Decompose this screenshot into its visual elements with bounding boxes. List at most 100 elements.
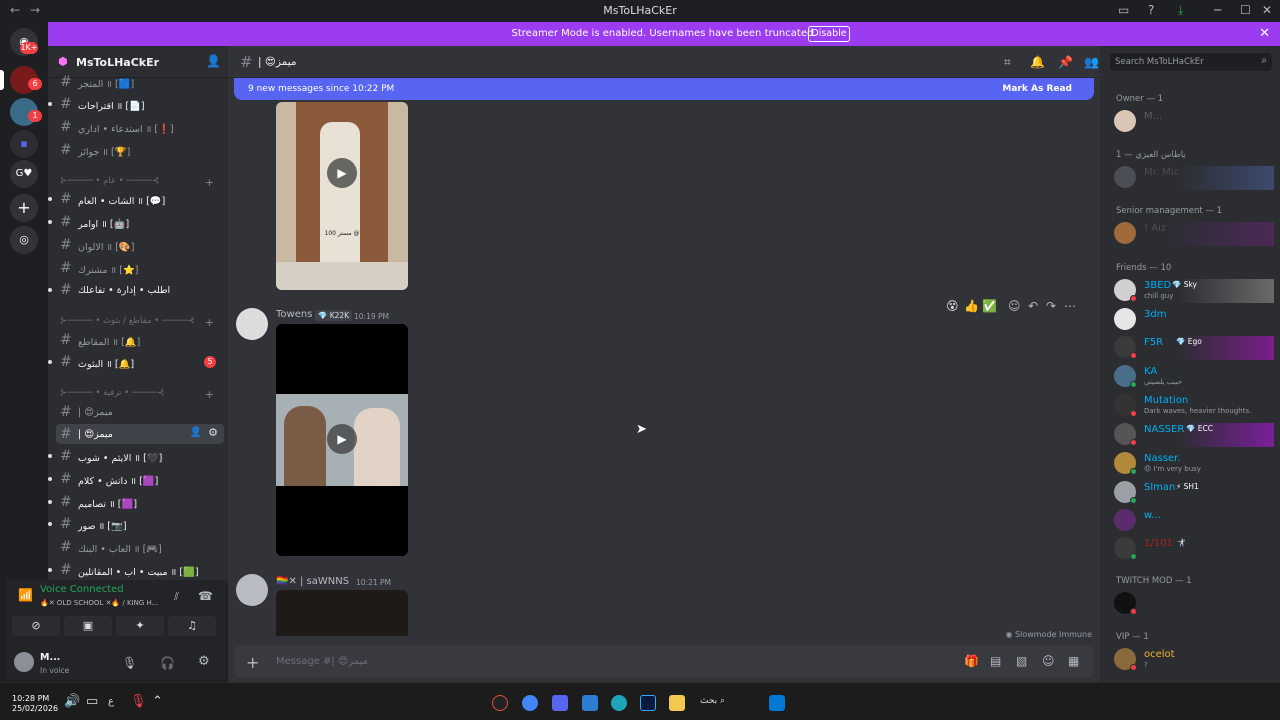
disable-button[interactable]: Disable xyxy=(808,26,850,42)
channel-item[interactable]: # اقتراحات ॥ [📄] xyxy=(48,94,224,114)
apps-icon[interactable]: ▦ xyxy=(1068,654,1079,668)
category-header[interactable]: ⊱───── • مقاطع / بثوث • ─────⊰ + xyxy=(60,316,220,330)
member-item[interactable]: NASSER 💎 ECC xyxy=(1114,423,1274,447)
channel-item[interactable]: # | 😍ميمز xyxy=(48,402,224,422)
mic-tray-icon[interactable]: 🎙 xyxy=(130,694,147,709)
reaction-emoji[interactable]: ✅ xyxy=(982,299,997,313)
voice-status[interactable]: Voice Connected xyxy=(40,584,124,595)
member-item[interactable]: 1/101 🤺 xyxy=(1114,537,1274,561)
emoji-icon[interactable]: ☺ xyxy=(1042,654,1055,668)
app-edge-icon[interactable] xyxy=(611,695,627,711)
create-invite-icon[interactable]: 👤 xyxy=(190,427,202,438)
member-item[interactable]: ocelot ? xyxy=(1114,648,1274,672)
member-item[interactable]: ! Aiz xyxy=(1114,222,1274,246)
user-avatar[interactable] xyxy=(14,652,34,672)
server-g-icon[interactable]: G♥ xyxy=(10,160,38,188)
reaction-emoji[interactable]: 😵 xyxy=(946,299,959,313)
screen-share-button[interactable]: ▣ xyxy=(64,616,112,636)
member-item[interactable] xyxy=(1114,592,1274,616)
video-attachment[interactable] xyxy=(276,590,408,636)
attach-plus-icon[interactable]: + xyxy=(246,653,259,672)
channel-item[interactable]: # مبيت • اب • المقاتلين ॥ [🟩] xyxy=(48,560,224,580)
channel-item[interactable]: # اطلب • إدارة • تفاعلك xyxy=(48,280,224,300)
app-photoshop-icon[interactable] xyxy=(640,695,656,711)
app-explorer-icon[interactable] xyxy=(582,695,598,711)
play-icon[interactable]: ▶ xyxy=(327,158,357,188)
video-attachment[interactable]: ▶ xyxy=(276,324,408,556)
windows-start-icon[interactable] xyxy=(769,695,785,711)
add-server-icon[interactable]: + xyxy=(10,194,38,222)
sticker-icon[interactable]: ▧ xyxy=(1016,654,1027,668)
microphone-icon[interactable]: 🎙 xyxy=(122,656,137,670)
member-item[interactable]: M... xyxy=(1114,110,1274,134)
help-icon[interactable]: ? xyxy=(1148,3,1154,17)
headphones-icon[interactable]: 🎧 xyxy=(160,656,175,670)
disconnect-icon[interactable]: ☎ xyxy=(198,589,213,603)
video-attachment[interactable]: ▶ مستر 100 @ xyxy=(276,102,408,290)
invite-people-icon[interactable]: 👤 xyxy=(206,54,221,68)
new-messages-bar[interactable]: 9 new messages since 10:22 PM Mark As Re… xyxy=(234,78,1094,100)
camera-off-button[interactable]: ⊘ xyxy=(12,616,60,636)
download-icon[interactable]: ⤓ xyxy=(1178,3,1183,18)
author-avatar[interactable] xyxy=(236,308,268,340)
taskbar-clock[interactable]: 10:28 PM 25/02/2026 xyxy=(12,694,58,714)
user-settings-gear-icon[interactable]: ⚙ xyxy=(198,654,210,669)
channel-item[interactable]: # تصاميم ॥ [🟪] xyxy=(48,492,224,512)
more-options-icon[interactable]: ⋯ xyxy=(1064,299,1076,313)
window-close-icon[interactable]: ✕ xyxy=(1262,3,1272,17)
folder-icon[interactable]: ▪ xyxy=(10,130,38,158)
app-discord-icon[interactable] xyxy=(552,695,568,711)
activities-button[interactable]: ✦ xyxy=(116,616,164,636)
channel-item[interactable]: # المقاطع ॥ [🔔] xyxy=(48,330,224,350)
add-reaction-icon[interactable]: ☺ xyxy=(1008,299,1021,313)
threads-icon[interactable]: ⌗ xyxy=(1004,55,1011,70)
member-item[interactable]: 3dm xyxy=(1114,308,1274,332)
member-item[interactable]: Mr. Mic xyxy=(1114,166,1274,190)
category-header[interactable]: ⊱───── • عام • ─────⊰ + xyxy=(60,176,220,190)
member-item[interactable]: Slman ⚡ SH1 xyxy=(1114,481,1274,505)
play-icon[interactable]: ▶ xyxy=(327,424,357,454)
channel-item[interactable]: # البثوث ॥ [🔔] 5 xyxy=(48,352,224,372)
app-file-explorer-icon[interactable] xyxy=(669,695,685,711)
channel-item[interactable]: # المتجر ॥ [🟦] xyxy=(48,72,224,92)
add-channel-icon[interactable]: + xyxy=(205,388,214,401)
app-obs-icon[interactable] xyxy=(492,695,508,711)
volume-icon[interactable]: 🔊 xyxy=(64,694,80,709)
app-chrome-icon[interactable] xyxy=(522,695,538,711)
author-avatar[interactable] xyxy=(236,574,268,606)
voice-channel-name[interactable]: 🔥✕ OLD SCHOOL ✕🔥 / KING H... xyxy=(40,599,158,607)
gift-icon[interactable]: 🎁 xyxy=(964,654,979,668)
notification-bell-icon[interactable]: 🔔 xyxy=(1030,55,1045,69)
gif-icon[interactable]: ▤ xyxy=(990,654,1001,668)
channel-item[interactable]: # اوامر ॥ [🤖] xyxy=(48,212,224,232)
channel-item[interactable]: # استدعاء • اداري ॥ [❗] xyxy=(48,117,224,137)
banner-close-icon[interactable]: ✕ xyxy=(1259,26,1270,41)
language-indicator[interactable]: ع xyxy=(108,696,114,707)
reaction-emoji[interactable]: 👍 xyxy=(964,299,979,313)
pinned-messages-icon[interactable]: 📌 xyxy=(1058,55,1073,69)
signal-icon[interactable]: 📶 xyxy=(18,588,33,602)
minimize-icon[interactable]: ─ xyxy=(1214,3,1221,17)
reply-icon[interactable]: ↶ xyxy=(1028,299,1038,313)
channel-item[interactable]: # الايثم • شوب ॥ [🖤] xyxy=(48,446,224,466)
channel-item[interactable]: # مشترك ॥ [⭐] xyxy=(48,258,224,278)
show-hidden-icons-chevron-icon[interactable]: ⌃ xyxy=(152,694,163,709)
channel-item[interactable]: # الالوان ॥ [🎨] xyxy=(48,235,224,255)
soundboard-button[interactable]: ♫ xyxy=(168,616,216,636)
add-channel-icon[interactable]: + xyxy=(205,316,214,329)
member-item[interactable]: w... xyxy=(1114,509,1274,533)
member-item[interactable]: KA حبيب يلصيني xyxy=(1114,365,1274,389)
search-input[interactable]: Search MsToLHaCkEr ⌕ xyxy=(1110,53,1272,71)
network-icon[interactable]: ▭ xyxy=(86,694,98,709)
author-name[interactable]: 🏳️‍🌈✕ | saWNNS xyxy=(276,576,349,587)
channel-item[interactable]: # صور ॥ [📷] xyxy=(48,514,224,534)
maximize-icon[interactable]: ☐ xyxy=(1240,3,1251,17)
user-name[interactable]: M... xyxy=(40,652,60,663)
channel-item[interactable]: # جوائز ॥ [🏆] xyxy=(48,140,224,160)
inbox-icon[interactable]: ▭ xyxy=(1118,3,1129,17)
message-composer[interactable]: + Message #| 😍ميمز 🎁 ▤ ▧ ☺ ▦ xyxy=(234,646,1094,678)
add-channel-icon[interactable]: + xyxy=(205,176,214,189)
member-list-icon[interactable]: 👥 xyxy=(1084,55,1099,69)
member-item[interactable]: Mutation Dark waves, heavier thoughts. xyxy=(1114,394,1274,418)
taskbar-search[interactable]: بحث ⌕ xyxy=(700,696,725,706)
